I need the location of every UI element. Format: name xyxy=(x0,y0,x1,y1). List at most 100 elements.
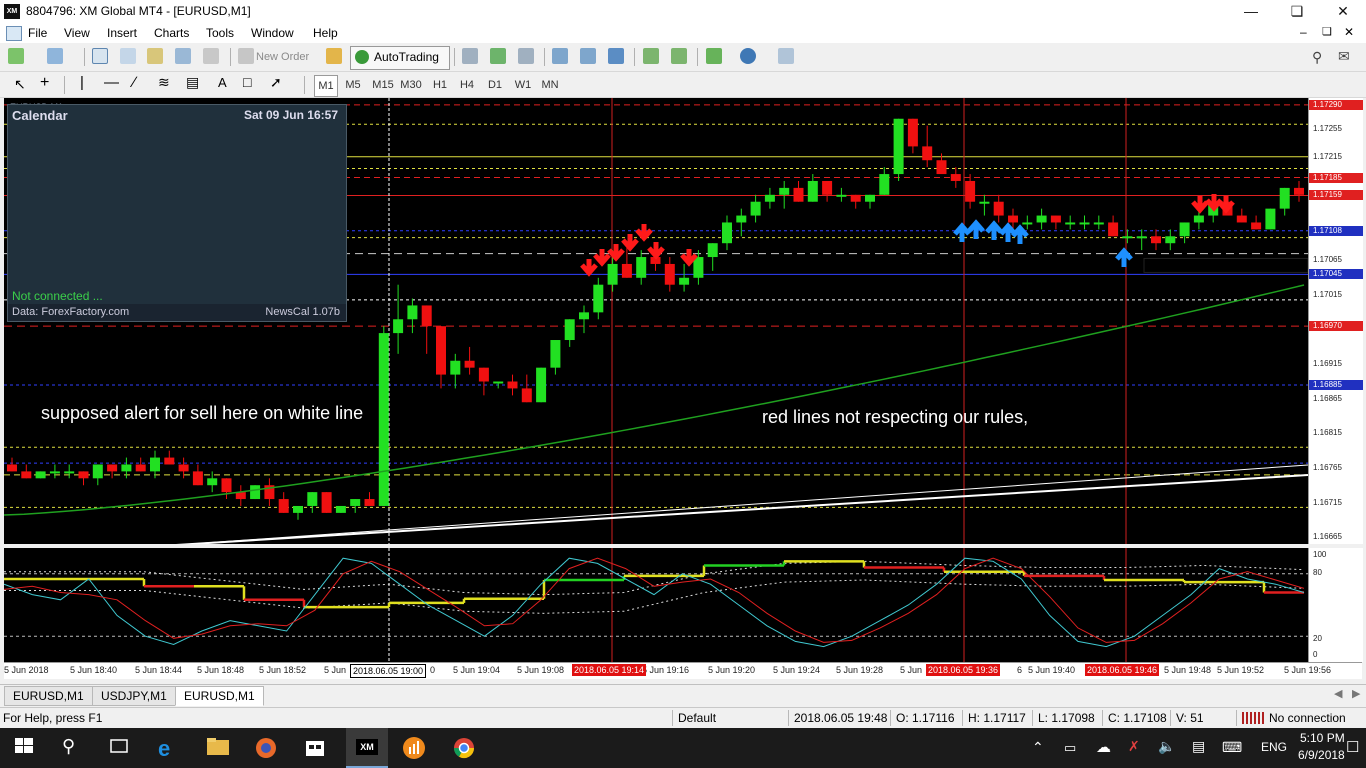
chat-icon[interactable]: ✉ xyxy=(1338,48,1350,65)
new-chart-icon[interactable] xyxy=(8,48,24,64)
candle-body xyxy=(378,333,389,506)
navigator-icon[interactable] xyxy=(120,48,136,64)
firefox-icon[interactable] xyxy=(254,736,278,760)
market-watch-icon[interactable] xyxy=(92,48,108,64)
chart-window-icon[interactable] xyxy=(6,26,22,41)
tab-eurusd-m1[interactable]: EURUSD,M1 xyxy=(4,686,93,706)
language-indicator[interactable]: ENG xyxy=(1261,740,1287,754)
tab-eurusd-m1-active[interactable]: EURUSD,M1 xyxy=(175,686,264,706)
profiles-icon[interactable] xyxy=(47,48,63,64)
horizontal-line-icon[interactable]: — xyxy=(104,74,119,91)
mdi-close-icon[interactable]: ✕ xyxy=(1344,25,1354,39)
restore-button[interactable]: ❏ xyxy=(1274,0,1320,23)
minimize-button[interactable]: — xyxy=(1228,0,1274,23)
auto-scroll-icon[interactable] xyxy=(643,48,659,64)
cursor-icon[interactable]: ↖ xyxy=(14,76,26,93)
candle-body xyxy=(1193,215,1204,223)
tab-usdjpy-m1[interactable]: USDJPY,M1 xyxy=(92,686,176,706)
mdi-restore-icon[interactable]: ❏ xyxy=(1322,25,1332,38)
timeframe-d1[interactable]: D1 xyxy=(484,75,506,95)
new-order-icon[interactable] xyxy=(238,48,254,64)
trendline-icon[interactable]: ∕ xyxy=(133,74,136,91)
chart-app-icon[interactable] xyxy=(402,736,426,760)
timeframe-h1[interactable]: H1 xyxy=(429,75,451,95)
timeframe-h4[interactable]: H4 xyxy=(456,75,478,95)
store-icon[interactable] xyxy=(304,736,328,760)
candle-body xyxy=(922,146,933,161)
edge-icon[interactable]: e xyxy=(158,736,182,761)
mdi-minimize-icon[interactable]: – xyxy=(1300,25,1307,39)
menu-help[interactable]: Help xyxy=(313,26,338,40)
candle-body xyxy=(564,319,575,341)
price-axis[interactable]: 1.17255 1.17215 1.17065 1.17015 1.16915 1.168… xyxy=(1308,98,1363,544)
notification-text-icon[interactable]: ▤ xyxy=(1192,738,1205,755)
candle xyxy=(278,492,289,513)
periods-icon[interactable] xyxy=(740,48,756,64)
text-icon[interactable]: A xyxy=(218,75,227,90)
buy-arrow-5 xyxy=(1115,247,1133,267)
strategy-tester-icon[interactable] xyxy=(203,48,219,64)
indicators-icon[interactable] xyxy=(706,48,722,64)
candle-body xyxy=(536,367,547,403)
action-center-icon[interactable]: ☐ xyxy=(1346,738,1359,756)
templates-icon[interactable] xyxy=(778,48,794,64)
candle xyxy=(21,464,32,479)
menu-insert[interactable]: Insert xyxy=(107,26,137,40)
bar-chart-icon[interactable] xyxy=(462,48,478,64)
terminal-icon[interactable] xyxy=(175,48,191,64)
tab-scroll-left-icon[interactable]: ◀ xyxy=(1334,687,1342,700)
search-icon[interactable]: ⚲ xyxy=(1312,49,1322,66)
time-label: 5 Jun 19:56 xyxy=(1284,665,1332,675)
menu-view[interactable]: View xyxy=(64,26,90,40)
time-label: 5 Jun 18:52 xyxy=(259,665,307,675)
label-icon[interactable]: □ xyxy=(243,74,251,90)
network-icon[interactable]: ✗ xyxy=(1128,738,1140,755)
menu-window[interactable]: Window xyxy=(251,26,294,40)
timeframe-m15[interactable]: M15 xyxy=(370,75,396,95)
channel-icon[interactable]: ≋ xyxy=(158,74,170,91)
data-window-icon[interactable] xyxy=(147,48,163,64)
clock-time[interactable]: 5:10 PM xyxy=(1300,731,1345,745)
battery-icon[interactable]: ▭ xyxy=(1064,740,1076,756)
timeframe-m5[interactable]: M5 xyxy=(342,75,364,95)
autotrading-button[interactable]: AutoTrading xyxy=(350,46,450,70)
candle-body xyxy=(1294,187,1304,195)
timeframe-w1[interactable]: W1 xyxy=(512,75,534,95)
candlestick-icon[interactable] xyxy=(490,48,506,64)
sell-arrow-1 xyxy=(593,249,611,267)
crosshair-icon[interactable]: + xyxy=(40,74,49,92)
mt4-taskbar-button[interactable]: XM xyxy=(346,728,388,768)
stochastic-subwindow[interactable] xyxy=(4,548,1308,662)
timeframe-m1[interactable]: M1 xyxy=(314,75,338,97)
candle-body xyxy=(1136,236,1147,239)
chrome-icon[interactable] xyxy=(452,736,476,760)
timeframe-mn[interactable]: MN xyxy=(539,75,561,95)
tray-chevron-icon[interactable]: ⌃ xyxy=(1032,739,1044,756)
search-taskbar-icon[interactable]: ⚲ xyxy=(62,736,86,760)
timeframe-m30[interactable]: M30 xyxy=(398,75,424,95)
menu-tools[interactable]: Tools xyxy=(206,26,234,40)
volume-icon[interactable]: 🔈 xyxy=(1158,738,1175,755)
fibonacci-icon[interactable]: ▤ xyxy=(186,74,199,91)
menu-charts[interactable]: Charts xyxy=(154,26,189,40)
line-chart-icon[interactable] xyxy=(518,48,534,64)
task-view-icon[interactable] xyxy=(108,736,132,760)
new-order-button[interactable]: New Order xyxy=(256,47,309,67)
close-button[interactable]: ✕ xyxy=(1320,0,1366,23)
onedrive-icon[interactable]: ☁ xyxy=(1096,738,1111,756)
candle-body xyxy=(1151,236,1161,244)
file-explorer-icon[interactable] xyxy=(206,736,230,760)
tab-scroll-right-icon[interactable]: ▶ xyxy=(1352,687,1360,700)
tile-windows-icon[interactable] xyxy=(608,48,624,64)
windows-start-icon[interactable] xyxy=(14,736,38,760)
chart-shift-icon[interactable] xyxy=(671,48,687,64)
arrows-icon[interactable]: ➚ xyxy=(270,74,282,91)
candle-body xyxy=(521,388,532,403)
clock-date[interactable]: 6/9/2018 xyxy=(1298,748,1345,762)
keyboard-icon[interactable]: ⌨ xyxy=(1222,739,1242,756)
zoom-in-icon[interactable] xyxy=(552,48,568,64)
menu-file[interactable]: File xyxy=(28,26,47,40)
metaeditor-icon[interactable] xyxy=(326,48,342,64)
vertical-line-icon[interactable]: | xyxy=(80,74,84,91)
zoom-out-icon[interactable] xyxy=(580,48,596,64)
